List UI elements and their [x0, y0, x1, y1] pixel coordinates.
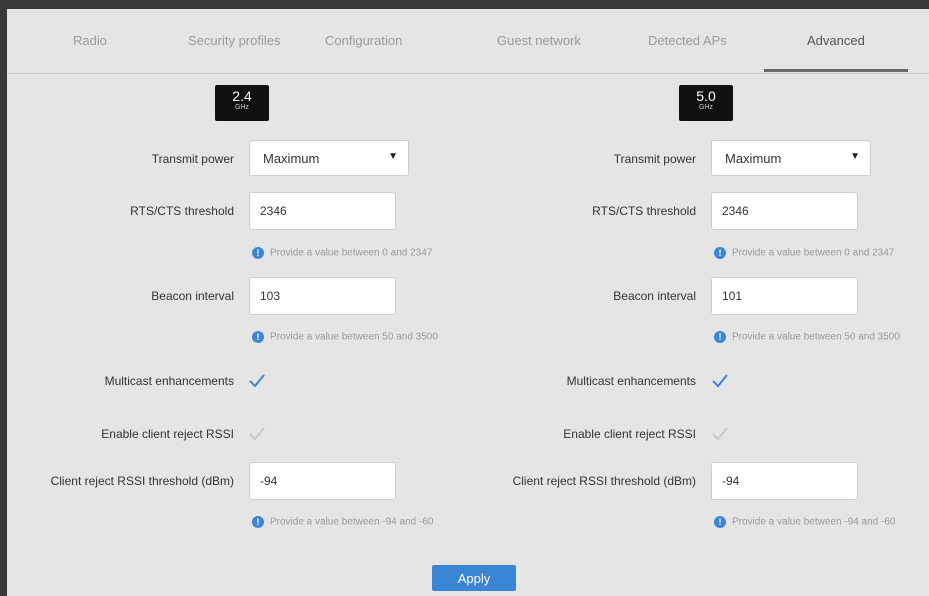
hint-text: Provide a value between -94 and -60 [732, 516, 896, 528]
apply-button[interactable]: Apply [432, 565, 516, 591]
beacon-interval-hint: ! Provide a value between 50 and 3500 [714, 331, 900, 343]
tab-bar: Radio Security profiles Configuration Gu… [7, 9, 929, 74]
client-reject-rssi-threshold-label: Client reject RSSI threshold (dBm) [50, 474, 234, 488]
hint-text: Provide a value between -94 and -60 [270, 516, 434, 528]
tab-security-profiles[interactable]: Security profiles [188, 33, 280, 48]
beacon-interval-hint: ! Provide a value between 50 and 3500 [252, 331, 438, 343]
transmit-power-label: Transmit power [151, 152, 234, 166]
client-reject-rssi-threshold-input[interactable] [249, 462, 396, 500]
client-reject-rssi-threshold-label: Client reject RSSI threshold (dBm) [512, 474, 696, 488]
band-unit: GHz [235, 104, 249, 111]
beacon-interval-label: Beacon interval [613, 289, 696, 303]
info-icon: ! [714, 516, 726, 528]
enable-client-reject-rssi-checkbox[interactable] [248, 425, 266, 443]
transmit-power-value: Maximum [263, 151, 320, 166]
enable-client-reject-rssi-checkbox[interactable] [711, 425, 729, 443]
checkmark-icon [249, 427, 265, 441]
beacon-interval-input[interactable] [711, 277, 858, 315]
band-number: 2.4 [232, 88, 252, 104]
band-badge-2-4: 2.4 GHz [215, 85, 269, 121]
client-reject-rssi-threshold-input[interactable] [711, 462, 858, 500]
multicast-enhancements-checkbox[interactable] [248, 372, 266, 390]
band-badge-5-0: 5.0 GHz [679, 85, 733, 121]
rssi-threshold-hint: ! Provide a value between -94 and -60 [252, 516, 433, 528]
chevron-down-icon: ▼ [388, 151, 398, 162]
rssi-threshold-hint: ! Provide a value between -94 and -60 [714, 516, 895, 528]
enable-client-reject-rssi-label: Enable client reject RSSI [101, 427, 234, 441]
transmit-power-label: Transmit power [613, 152, 696, 166]
tab-radio[interactable]: Radio [73, 33, 107, 48]
rts-cts-threshold-label: RTS/CTS threshold [130, 204, 234, 218]
rts-cts-threshold-input[interactable] [711, 192, 858, 230]
rts-cts-threshold-input[interactable] [249, 192, 396, 230]
beacon-interval-input[interactable] [249, 277, 396, 315]
tab-guest-network[interactable]: Guest network [497, 33, 581, 48]
info-icon: ! [714, 331, 726, 343]
info-icon: ! [252, 331, 264, 343]
advanced-settings-panel: Radio Security profiles Configuration Gu… [7, 9, 929, 596]
info-icon: ! [714, 247, 726, 259]
rts-cts-hint: ! Provide a value between 0 and 2347 [714, 247, 894, 259]
transmit-power-select[interactable]: Maximum ▼ [711, 140, 871, 176]
band-number: 5.0 [696, 88, 716, 104]
active-tab-indicator [764, 69, 908, 72]
checkmark-icon [712, 427, 728, 441]
checkmark-icon [249, 374, 265, 388]
multicast-enhancements-label: Multicast enhancements [104, 374, 234, 388]
info-icon: ! [252, 247, 264, 259]
checkmark-icon [712, 374, 728, 388]
multicast-enhancements-checkbox[interactable] [711, 372, 729, 390]
tab-detected-aps[interactable]: Detected APs [648, 33, 727, 48]
transmit-power-select[interactable]: Maximum ▼ [249, 140, 409, 176]
enable-client-reject-rssi-label: Enable client reject RSSI [563, 427, 696, 441]
tab-configuration[interactable]: Configuration [325, 33, 402, 48]
beacon-interval-label: Beacon interval [151, 289, 234, 303]
hint-text: Provide a value between 0 and 2347 [732, 247, 895, 259]
hint-text: Provide a value between 0 and 2347 [270, 247, 433, 259]
rts-cts-hint: ! Provide a value between 0 and 2347 [252, 247, 432, 259]
multicast-enhancements-label: Multicast enhancements [566, 374, 696, 388]
rts-cts-threshold-label: RTS/CTS threshold [592, 204, 696, 218]
info-icon: ! [252, 516, 264, 528]
hint-text: Provide a value between 50 and 3500 [270, 331, 438, 343]
transmit-power-value: Maximum [725, 151, 782, 166]
chevron-down-icon: ▼ [850, 151, 860, 162]
band-unit: GHz [699, 104, 713, 111]
tab-advanced[interactable]: Advanced [807, 33, 865, 48]
hint-text: Provide a value between 50 and 3500 [732, 331, 900, 343]
